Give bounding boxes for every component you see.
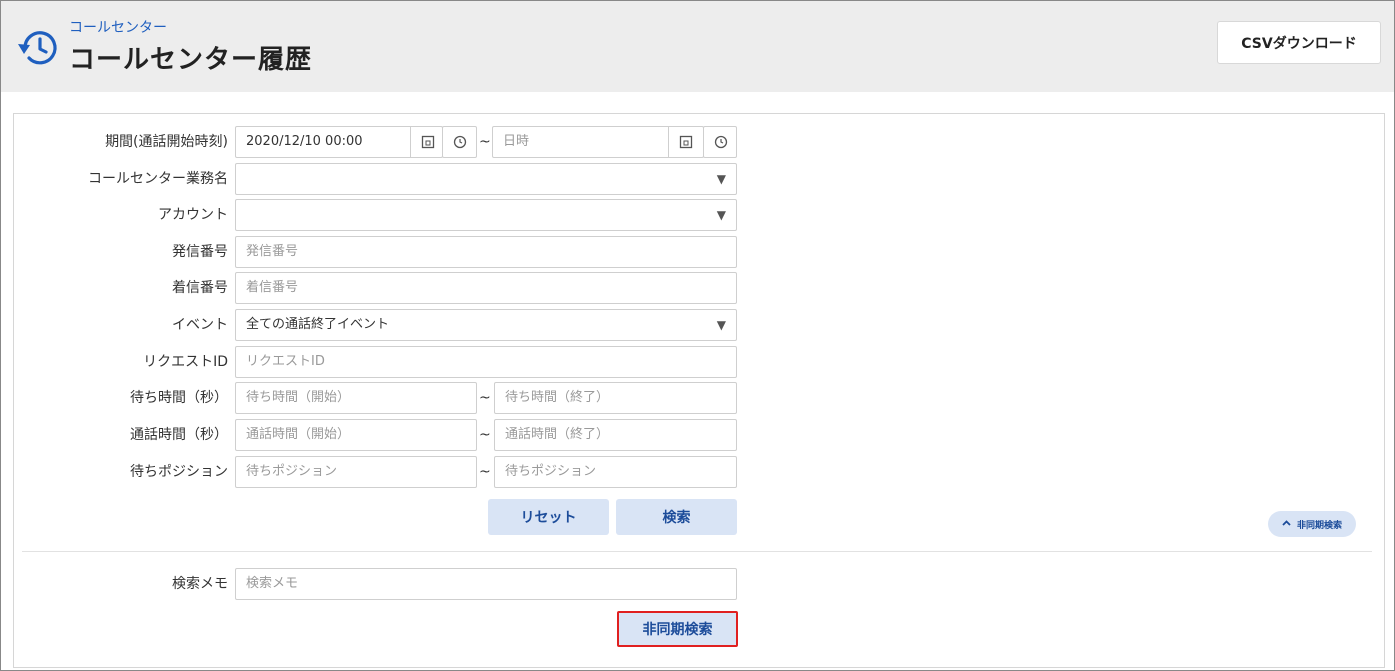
- talk-time-end-input[interactable]: 通話時間（終了）: [494, 419, 737, 451]
- account-select[interactable]: ▼: [235, 199, 737, 231]
- period-start-time-button[interactable]: [442, 126, 477, 158]
- callee-label: 着信番号: [172, 280, 228, 296]
- dropdown-arrow-icon: ▼: [716, 172, 726, 186]
- wait-position-end-input[interactable]: 待ちポジション: [494, 456, 737, 488]
- wait-time-end-input[interactable]: 待ち時間（終了）: [494, 382, 737, 414]
- async-toggle-label: 非同期検索: [1296, 520, 1342, 531]
- chevron-up-icon: [1282, 519, 1291, 529]
- search-panel: 期間(通話開始時刻) 2020/12/10 00:00 ~ 日時 コールセンター…: [13, 113, 1385, 668]
- csv-download-button[interactable]: CSVダウンロード: [1217, 21, 1381, 64]
- clock-icon: [443, 127, 476, 157]
- search-memo-input[interactable]: 検索メモ: [235, 568, 737, 600]
- history-icon: [18, 31, 57, 65]
- clock-icon: [704, 127, 736, 157]
- section-divider: [22, 551, 1372, 552]
- wait-time-label: 待ち時間（秒）: [130, 390, 228, 406]
- dropdown-arrow-icon: ▼: [716, 318, 726, 332]
- wait-time-start-input[interactable]: 待ち時間（開始）: [235, 382, 477, 414]
- period-label: 期間(通話開始時刻): [105, 134, 228, 150]
- talk-time-label: 通話時間（秒）: [130, 427, 228, 443]
- request-id-label: リクエストID: [143, 354, 228, 370]
- period-end-time-button[interactable]: [703, 126, 737, 158]
- async-search-button[interactable]: 非同期検索: [617, 611, 738, 647]
- business-label: コールセンター業務名: [88, 171, 228, 187]
- reset-button[interactable]: リセット: [488, 499, 609, 535]
- event-label: イベント: [172, 317, 228, 333]
- request-id-input[interactable]: リクエストID: [235, 346, 737, 378]
- caller-label: 発信番号: [172, 244, 228, 260]
- async-search-toggle[interactable]: 非同期検索: [1268, 511, 1356, 537]
- wait-position-start-input[interactable]: 待ちポジション: [235, 456, 477, 488]
- business-select[interactable]: ▼: [235, 163, 737, 195]
- period-start-input[interactable]: 2020/12/10 00:00: [235, 126, 443, 158]
- wait-position-label: 待ちポジション: [130, 464, 228, 480]
- caller-input[interactable]: 発信番号: [235, 236, 737, 268]
- talk-time-start-input[interactable]: 通話時間（開始）: [235, 419, 477, 451]
- account-label: アカウント: [158, 207, 228, 223]
- page-subtitle: コールセンター: [69, 20, 167, 36]
- talk-time-separator: ~: [479, 427, 491, 443]
- event-value: 全ての通話終了イベント: [246, 317, 390, 332]
- dropdown-arrow-icon: ▼: [716, 208, 726, 222]
- calendar-icon[interactable]: [668, 127, 702, 157]
- search-button[interactable]: 検索: [616, 499, 737, 535]
- wait-position-separator: ~: [479, 464, 491, 480]
- event-select[interactable]: 全ての通話終了イベント ▼: [235, 309, 737, 341]
- period-separator: ~: [479, 134, 491, 150]
- period-end-placeholder: 日時: [503, 134, 530, 149]
- page-title: コールセンター履歴: [69, 45, 313, 75]
- search-memo-label: 検索メモ: [172, 576, 228, 592]
- callee-input[interactable]: 着信番号: [235, 272, 737, 304]
- period-start-value: 2020/12/10 00:00: [246, 134, 363, 149]
- wait-time-separator: ~: [479, 390, 491, 406]
- period-end-input[interactable]: 日時: [492, 126, 704, 158]
- page-header: コールセンター コールセンター履歴 CSVダウンロード: [1, 1, 1394, 92]
- calendar-icon[interactable]: [410, 127, 442, 157]
